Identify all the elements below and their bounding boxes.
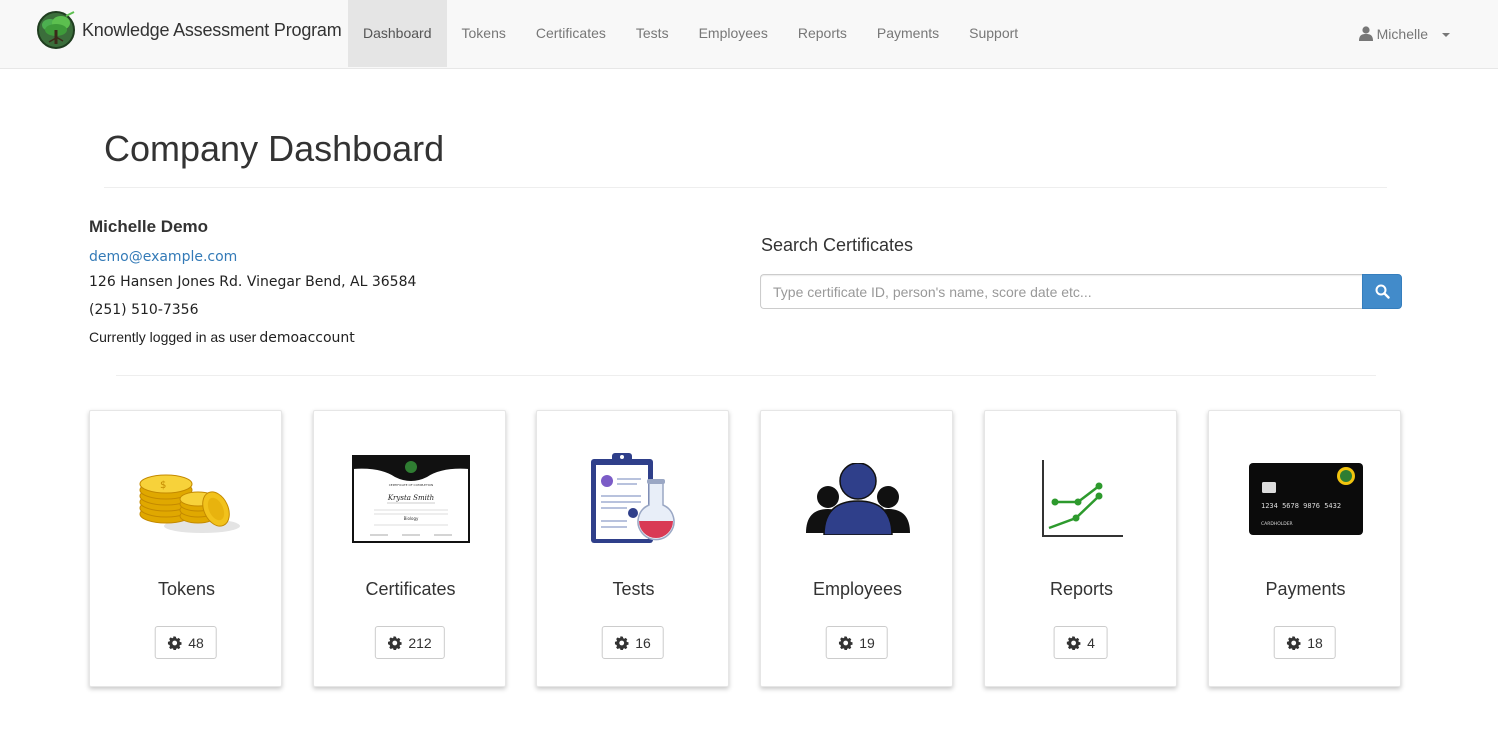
nav-reports[interactable]: Reports xyxy=(783,0,862,67)
nav-employees[interactable]: Employees xyxy=(684,0,783,67)
gear-icon xyxy=(387,635,402,650)
payments-count-button[interactable]: 18 xyxy=(1273,626,1336,659)
card-employees[interactable]: Employees 19 xyxy=(760,410,953,687)
main-nav: Dashboard Tokens Certificates Tests Empl… xyxy=(348,0,1033,67)
user-menu-dropdown[interactable]: Michelle xyxy=(1358,0,1450,67)
tests-count-button[interactable]: 16 xyxy=(601,626,664,659)
credit-card-icon: 1234 5678 9876 5432 CARDHOLDER xyxy=(1248,463,1363,535)
tokens-count-button[interactable]: 48 xyxy=(154,626,217,659)
card-count: 19 xyxy=(859,634,875,651)
card-image: CERTIFICATE OF COMPLETION Krysta Smith B… xyxy=(314,439,507,559)
nav-tests[interactable]: Tests xyxy=(621,0,684,67)
card-tokens[interactable]: $ Tokens 48 xyxy=(89,410,282,687)
line-chart-icon xyxy=(1041,460,1123,537)
card-title: Employees xyxy=(812,579,903,599)
company-address: 126 Hansen Jones Rd. Vinegar Bend, AL 36… xyxy=(89,274,417,290)
search-input[interactable] xyxy=(760,274,1362,309)
card-image xyxy=(761,439,954,559)
divider xyxy=(116,375,1376,376)
company-phone: (251) 510-7356 xyxy=(89,302,199,318)
navbar: Knowledge Assessment Program Dashboard T… xyxy=(0,0,1498,69)
card-count: 48 xyxy=(188,634,204,651)
gear-icon xyxy=(838,635,853,650)
card-image xyxy=(985,439,1178,559)
gear-icon xyxy=(614,635,629,650)
login-username: demoaccount xyxy=(259,330,355,346)
card-image xyxy=(537,439,730,559)
card-image: $ xyxy=(90,439,283,559)
card-certificates[interactable]: CERTIFICATE OF COMPLETION Krysta Smith B… xyxy=(313,410,506,687)
search-icon xyxy=(1375,284,1390,299)
card-tests[interactable]: Tests 16 xyxy=(536,410,729,687)
card-reports[interactable]: Reports 4 xyxy=(984,410,1177,687)
gold-coins-icon: $ xyxy=(139,474,240,533)
svg-text:CARDHOLDER: CARDHOLDER xyxy=(1261,521,1293,527)
divider xyxy=(104,187,1387,188)
card-count: 4 xyxy=(1087,634,1095,651)
certificates-count-button[interactable]: 212 xyxy=(374,626,445,659)
card-image: 1234 5678 9876 5432 CARDHOLDER xyxy=(1209,439,1402,559)
tree-logo-icon xyxy=(37,11,75,49)
gear-icon xyxy=(1286,635,1301,650)
svg-text:Biology: Biology xyxy=(403,516,418,521)
nav-tokens[interactable]: Tokens xyxy=(447,0,521,67)
card-count: 16 xyxy=(635,634,651,651)
login-status: Currently logged in as user demoaccount xyxy=(89,329,355,346)
brand-name: Knowledge Assessment Program xyxy=(82,19,342,40)
card-count: 18 xyxy=(1307,634,1323,651)
nav-dashboard[interactable]: Dashboard xyxy=(348,0,447,67)
search-heading: Search Certificates xyxy=(761,235,914,255)
card-payments[interactable]: 1234 5678 9876 5432 CARDHOLDER Payments … xyxy=(1208,410,1401,687)
reports-count-button[interactable]: 4 xyxy=(1053,626,1108,659)
svg-text:1234 5678 9876 5432: 1234 5678 9876 5432 xyxy=(1261,502,1341,510)
nav-certificates[interactable]: Certificates xyxy=(521,0,621,67)
gear-icon xyxy=(1066,635,1080,650)
nav-support[interactable]: Support xyxy=(954,0,1033,67)
nav-payments[interactable]: Payments xyxy=(862,0,954,67)
user-name: Michelle xyxy=(1376,25,1428,42)
login-status-label: Currently logged in as user xyxy=(89,329,257,345)
people-group-icon xyxy=(805,463,910,535)
certificate-search xyxy=(760,274,1402,309)
company-name: Michelle Demo xyxy=(89,217,209,236)
certificate-icon: CERTIFICATE OF COMPLETION Krysta Smith B… xyxy=(351,455,470,543)
employees-count-button[interactable]: 19 xyxy=(825,626,888,659)
card-title: Tokens xyxy=(157,579,216,599)
clipboard-flask-icon xyxy=(590,453,675,543)
card-title: Reports xyxy=(1049,579,1114,599)
card-count: 212 xyxy=(408,634,432,651)
card-title: Certificates xyxy=(365,579,456,599)
brand-link[interactable]: Knowledge Assessment Program xyxy=(36,10,342,50)
gear-icon xyxy=(167,635,182,650)
svg-text:$: $ xyxy=(160,480,166,491)
svg-text:CERTIFICATE OF COMPLETION: CERTIFICATE OF COMPLETION xyxy=(388,483,433,487)
user-icon xyxy=(1358,26,1373,41)
email-link[interactable]: demo@example.com xyxy=(89,249,237,265)
page-title: Company Dashboard xyxy=(104,128,445,169)
card-title: Tests xyxy=(612,579,655,599)
search-button[interactable] xyxy=(1362,274,1402,309)
chevron-down-icon xyxy=(1442,32,1450,37)
svg-text:Krysta Smith: Krysta Smith xyxy=(386,494,433,502)
card-title: Payments xyxy=(1265,579,1346,599)
